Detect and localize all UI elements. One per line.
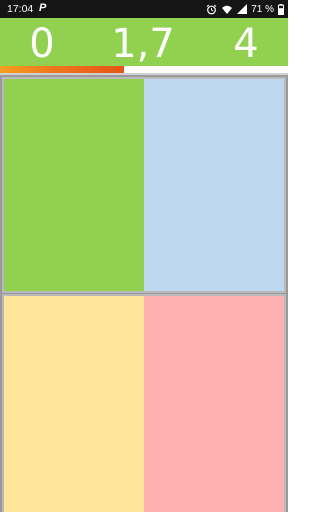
battery-icon xyxy=(278,3,284,15)
signal-icon xyxy=(237,3,248,14)
tile-red[interactable] xyxy=(144,296,284,512)
alarm-icon xyxy=(206,4,217,14)
progress-fill xyxy=(0,66,124,73)
status-time: 17:04 xyxy=(7,3,34,15)
game-board xyxy=(0,75,288,512)
tile-yellow[interactable] xyxy=(4,296,144,512)
status-bar: 17:04 P 71 % xyxy=(0,0,288,18)
tile-green[interactable] xyxy=(4,79,144,291)
score-right: 4 xyxy=(233,21,259,67)
battery-percent: 71 % xyxy=(251,3,274,15)
score-left: 0 xyxy=(29,21,55,67)
wifi-icon xyxy=(222,5,233,14)
tile-blue[interactable] xyxy=(144,79,284,291)
status-icons: 71 % xyxy=(206,3,284,15)
progress-bar xyxy=(0,66,288,73)
bottom-tile-panel xyxy=(2,294,286,512)
score-middle: 1,7 xyxy=(111,21,175,67)
top-tile-panel xyxy=(2,77,286,293)
app-notification-icon: P xyxy=(39,2,47,14)
